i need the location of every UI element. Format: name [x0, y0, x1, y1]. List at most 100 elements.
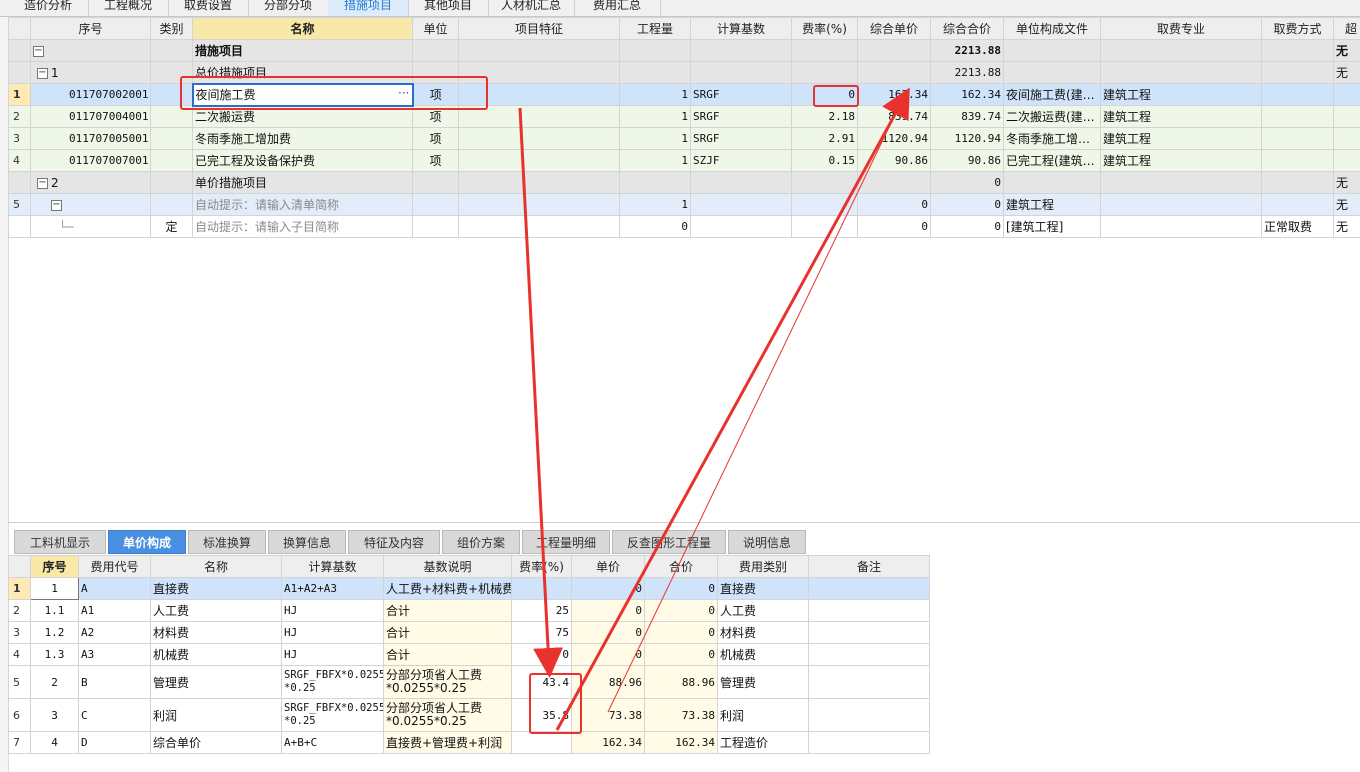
type-cell[interactable]	[150, 171, 193, 194]
seq-cell[interactable]: 1.3	[30, 643, 79, 666]
tab-unit-price-composition[interactable]: 单价构成	[108, 530, 186, 554]
rate-cell[interactable]: 35.8	[511, 698, 572, 732]
header-note[interactable]: 备注	[808, 555, 930, 578]
type-cell[interactable]	[150, 39, 193, 62]
seq-cell[interactable]: −	[30, 39, 151, 62]
major-cell[interactable]	[1100, 193, 1262, 216]
base-cell[interactable]: SRGF	[690, 83, 792, 106]
tab-labor-material-machine[interactable]: 人材机汇总	[488, 0, 575, 16]
name-cell[interactable]: 自动提示：请输入子目简称	[192, 215, 413, 238]
total-cell[interactable]: 2213.88	[930, 61, 1004, 84]
feature-cell[interactable]	[458, 83, 620, 106]
seq-cell[interactable]: −2	[30, 171, 151, 194]
tab-project-overview[interactable]: 工程概况	[88, 0, 169, 16]
table-row-selected[interactable]: 1 1 A 直接费 A1+A2+A3 人工费+材料费+机械费 0 0 直接费	[8, 577, 930, 600]
unit-cell[interactable]: 项	[412, 127, 459, 150]
total-cell[interactable]: 0	[930, 193, 1004, 216]
rate-cell[interactable]	[791, 39, 858, 62]
price-cell[interactable]	[857, 61, 931, 84]
unit-cell[interactable]: 项	[412, 83, 459, 106]
file-cell[interactable]: 夜间施工费(建…	[1003, 83, 1101, 106]
price-cell[interactable]: 0	[571, 621, 645, 644]
tab-sub-items[interactable]: 分部分项	[248, 0, 329, 16]
rate-cell[interactable]: 0	[791, 83, 858, 106]
table-row[interactable]: −2 单价措施项目 0 无	[8, 171, 1360, 194]
table-row[interactable]: −1 总价措施项目 2213.88 无	[8, 61, 1360, 84]
price-cell[interactable]: 88.96	[571, 665, 645, 699]
seq-cell[interactable]: −1	[30, 61, 151, 84]
major-cell[interactable]	[1100, 171, 1262, 194]
unit-cell[interactable]	[412, 171, 459, 194]
base-desc-cell[interactable]: 合计	[383, 643, 512, 666]
note-cell[interactable]	[808, 665, 930, 699]
tab-reverse-graph-quantity[interactable]: 反查图形工程量	[612, 530, 726, 554]
feature-cell[interactable]	[458, 193, 620, 216]
file-cell[interactable]: 建筑工程	[1003, 193, 1101, 216]
header-qty[interactable]: 工程量	[619, 17, 691, 40]
file-cell[interactable]: 冬雨季施工增…	[1003, 127, 1101, 150]
tab-description-info[interactable]: 说明信息	[728, 530, 806, 554]
total-cell[interactable]: 0	[930, 215, 1004, 238]
name-cell[interactable]: 机械费	[150, 643, 282, 666]
header-base-desc[interactable]: 基数说明	[383, 555, 512, 578]
price-cell[interactable]: 162.34	[571, 731, 645, 754]
method-cell[interactable]	[1261, 83, 1334, 106]
rate-cell[interactable]: 2.91	[791, 127, 858, 150]
price-cell[interactable]: 73.38	[571, 698, 645, 732]
extra-cell[interactable]	[1333, 83, 1360, 106]
major-cell[interactable]	[1100, 61, 1262, 84]
base-desc-cell[interactable]: 人工费+材料费+机械费	[383, 577, 512, 600]
base-cell[interactable]: HJ	[281, 643, 384, 666]
tab-other-items[interactable]: 其他项目	[408, 0, 489, 16]
method-cell[interactable]	[1261, 171, 1334, 194]
note-cell[interactable]	[808, 643, 930, 666]
base-desc-cell[interactable]: 合计	[383, 599, 512, 622]
base-cell[interactable]: HJ	[281, 621, 384, 644]
note-cell[interactable]	[808, 698, 930, 732]
type-cell[interactable]	[150, 105, 193, 128]
qty-cell[interactable]: 1	[619, 105, 691, 128]
panel-divider[interactable]	[8, 522, 1360, 523]
qty-cell[interactable]	[619, 61, 691, 84]
price-cell[interactable]: 0	[571, 599, 645, 622]
price-cell[interactable]: 0	[857, 193, 931, 216]
header-name[interactable]: 名称	[192, 17, 413, 40]
fee-code-cell[interactable]: A	[78, 577, 151, 600]
total-cell[interactable]: 2213.88	[930, 39, 1004, 62]
base-cell[interactable]	[690, 171, 792, 194]
unit-cell[interactable]	[412, 39, 459, 62]
header-extra[interactable]: 超	[1333, 17, 1360, 40]
extra-cell[interactable]	[1333, 127, 1360, 150]
method-cell[interactable]	[1261, 127, 1334, 150]
base-cell[interactable]: SRGF_FBFX*0.0255 *0.25	[281, 698, 384, 732]
file-cell[interactable]: 已完工程(建筑…	[1003, 149, 1101, 172]
feature-cell[interactable]	[458, 105, 620, 128]
unit-cell[interactable]: 项	[412, 149, 459, 172]
category-cell[interactable]: 利润	[717, 698, 809, 732]
qty-cell[interactable]: 1	[619, 83, 691, 106]
method-cell[interactable]	[1261, 39, 1334, 62]
seq-cell[interactable]: 2	[30, 665, 79, 699]
base-cell[interactable]: A+B+C	[281, 731, 384, 754]
extra-cell[interactable]	[1333, 105, 1360, 128]
file-cell[interactable]	[1003, 171, 1101, 194]
header-method[interactable]: 取费方式	[1261, 17, 1334, 40]
note-cell[interactable]	[808, 731, 930, 754]
name-cell[interactable]: 综合单价	[150, 731, 282, 754]
type-cell[interactable]	[150, 127, 193, 150]
unit-cell[interactable]	[412, 193, 459, 216]
category-cell[interactable]: 机械费	[717, 643, 809, 666]
header-total[interactable]: 合价	[644, 555, 718, 578]
qty-cell[interactable]: 0	[619, 215, 691, 238]
tab-conversion-info[interactable]: 换算信息	[268, 530, 346, 554]
extra-cell[interactable]: 无	[1333, 171, 1360, 194]
total-cell[interactable]: 839.74	[930, 105, 1004, 128]
price-cell[interactable]: 839.74	[857, 105, 931, 128]
header-file[interactable]: 单位构成文件	[1003, 17, 1101, 40]
collapse-icon[interactable]: −	[51, 199, 62, 211]
base-desc-cell[interactable]: 分部分项省人工费 *0.0255*0.25	[383, 665, 512, 699]
note-cell[interactable]	[808, 577, 930, 600]
name-cell[interactable]: 二次搬运费	[192, 105, 413, 128]
category-cell[interactable]: 直接费	[717, 577, 809, 600]
file-cell[interactable]	[1003, 39, 1101, 62]
